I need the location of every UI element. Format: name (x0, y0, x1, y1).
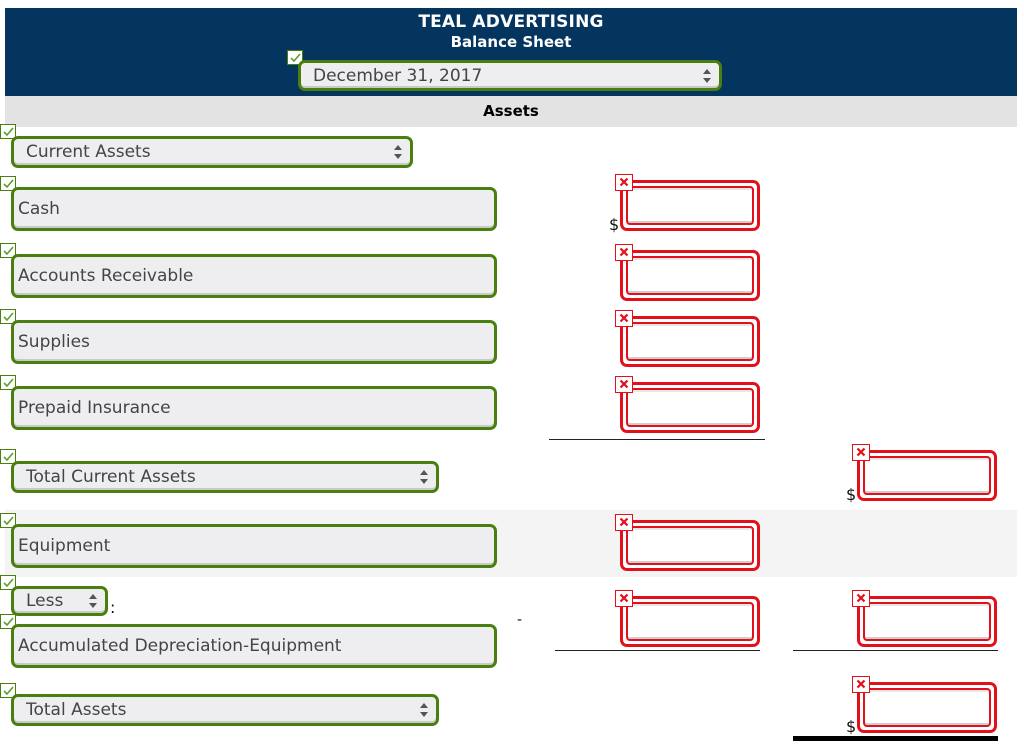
accounts-receivable-amount-text[interactable] (629, 259, 751, 292)
section-header: Assets (5, 96, 1017, 127)
accumulated-depreciation-field[interactable]: Accumulated Depreciation-Equipment (11, 624, 497, 668)
total-double-rule (793, 736, 998, 741)
select-arrows-icon (420, 470, 428, 484)
total-assets-amount-text[interactable] (866, 691, 988, 724)
x-mark-icon (615, 244, 633, 261)
x-mark-icon (615, 514, 633, 531)
accumulated-depreciation-amount-input[interactable] (620, 596, 760, 647)
net-equipment-amount-text[interactable] (866, 605, 988, 638)
prepaid-insurance-amount-input[interactable] (620, 382, 760, 433)
subtotal-rule (555, 650, 760, 651)
less-select[interactable]: Less (11, 586, 108, 616)
net-equipment-amount-input[interactable] (857, 596, 997, 647)
total-current-assets-select-value: Total Current Assets (26, 467, 196, 487)
total-current-assets-select[interactable]: Total Current Assets (11, 461, 439, 493)
current-assets-select[interactable]: Current Assets (11, 136, 413, 168)
supplies-amount-text[interactable] (629, 325, 751, 358)
total-assets-amount-input[interactable] (857, 682, 997, 733)
accumulated-depreciation-value: Accumulated Depreciation-Equipment (18, 636, 342, 656)
equipment-field[interactable]: Equipment (11, 524, 497, 568)
supplies-field[interactable]: Supplies (11, 320, 497, 364)
section-title: Assets (483, 102, 539, 120)
select-arrows-icon (394, 145, 402, 159)
accounts-receivable-amount-input[interactable] (620, 250, 760, 301)
supplies-value: Supplies (18, 332, 90, 352)
cash-account-value: Cash (18, 199, 60, 219)
colon: : (110, 598, 116, 617)
cash-account-field[interactable]: Cash (11, 187, 497, 231)
statement-title: Balance Sheet (450, 33, 572, 51)
x-mark-icon (852, 590, 870, 607)
accounts-receivable-field[interactable]: Accounts Receivable (11, 254, 497, 298)
subtotal-rule (793, 650, 998, 651)
currency-symbol: $ (846, 717, 857, 736)
dash: - (517, 612, 523, 628)
total-assets-select-value: Total Assets (26, 700, 127, 720)
x-mark-icon (615, 376, 633, 393)
prepaid-insurance-field[interactable]: Prepaid Insurance (11, 386, 497, 430)
accumulated-depreciation-amount-text[interactable] (629, 605, 751, 638)
total-current-assets-amount-text[interactable] (866, 459, 988, 492)
equipment-value: Equipment (18, 536, 111, 556)
x-mark-icon (615, 174, 633, 191)
x-mark-icon (615, 590, 633, 607)
cash-amount-text[interactable] (629, 189, 751, 222)
supplies-amount-input[interactable] (620, 316, 760, 367)
total-current-assets-amount-input[interactable] (857, 450, 997, 501)
subtotal-rule (549, 439, 765, 440)
total-assets-select[interactable]: Total Assets (11, 694, 439, 726)
x-mark-icon (615, 310, 633, 327)
cash-amount-input[interactable] (620, 180, 760, 231)
x-mark-icon (852, 444, 870, 461)
equipment-amount-input[interactable] (620, 520, 760, 571)
prepaid-insurance-amount-text[interactable] (629, 391, 751, 424)
company-name: TEAL ADVERTISING (418, 12, 604, 32)
x-mark-icon (852, 676, 870, 693)
equipment-amount-text[interactable] (629, 529, 751, 562)
accounts-receivable-value: Accounts Receivable (18, 266, 194, 286)
select-arrows-icon (703, 68, 711, 83)
prepaid-insurance-value: Prepaid Insurance (18, 398, 171, 418)
currency-symbol: $ (846, 485, 857, 504)
date-select[interactable]: December 31, 2017 (298, 60, 722, 91)
select-arrows-icon (89, 594, 97, 608)
less-select-value: Less (26, 591, 64, 611)
currency-symbol: $ (609, 215, 620, 234)
select-arrows-icon (420, 703, 428, 717)
date-select-value: December 31, 2017 (313, 65, 483, 86)
current-assets-select-value: Current Assets (26, 142, 151, 162)
